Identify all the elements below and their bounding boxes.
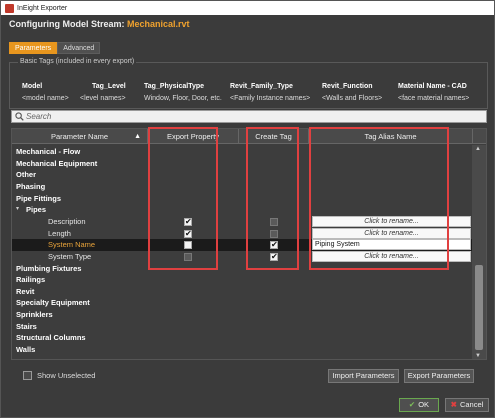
tag-value: <Family Instance names> <box>230 95 311 102</box>
scroll-thumb[interactable] <box>475 265 483 350</box>
category-row[interactable]: Sprinklers <box>12 309 472 321</box>
column-header-parameter-name[interactable]: Parameter Name ▲ <box>12 129 148 144</box>
row-label: Mechanical Equipment <box>16 158 98 168</box>
column-header-export-property[interactable]: Export Property <box>148 129 239 144</box>
tag-alias-field[interactable]: Piping System <box>312 239 471 251</box>
tab-advanced[interactable]: Advanced <box>57 42 101 54</box>
tag-value: <model name> <box>22 95 69 102</box>
tag-alias-field[interactable]: Click to rename... <box>312 215 471 227</box>
tag-value: <face material names> <box>398 95 470 102</box>
row-label: Description <box>48 216 86 226</box>
vertical-scrollbar[interactable]: ▲ ▼ <box>472 145 486 359</box>
check-icon: ✔ <box>408 400 416 409</box>
row-label: Plumbing Fixtures <box>16 263 82 273</box>
row-label: Walls <box>16 345 36 355</box>
row-label: System Type <box>48 251 92 261</box>
ok-button[interactable]: ✔ OK <box>399 398 439 412</box>
exporter-window: InEight Exporter Configuring Model Strea… <box>0 0 495 418</box>
sort-up-icon: ▲ <box>134 133 141 140</box>
grid-header: Parameter Name ▲ Export Property Create … <box>12 129 486 144</box>
export-property-checkbox[interactable] <box>184 216 192 227</box>
scroll-up-icon[interactable]: ▲ <box>475 146 481 152</box>
ok-label: OK <box>418 400 430 409</box>
tag-name: Tag_PhysicalType <box>144 83 205 90</box>
tag-alias-field[interactable]: Click to rename... <box>312 250 471 262</box>
cancel-button[interactable]: ✖ Cancel <box>445 398 489 412</box>
category-row[interactable]: Plumbing Fixtures <box>12 263 472 275</box>
tag-value: Window, Floor, Door, etc. <box>144 95 222 102</box>
parameters-grid: Parameter Name ▲ Export Property Create … <box>11 128 487 360</box>
category-row[interactable]: Walls <box>12 344 472 356</box>
category-row[interactable]: Structural Columns <box>12 332 472 344</box>
row-label: Railings <box>16 275 46 285</box>
row-label: Structural Columns <box>16 333 86 343</box>
parameter-row[interactable]: Description Click to rename... <box>12 215 472 227</box>
tag-name: Tag_Level <box>92 83 126 90</box>
page-title: Configuring Model Stream: Mechanical.rvt <box>9 19 190 29</box>
category-row[interactable]: Specialty Equipment <box>12 297 472 309</box>
row-label: Mechanical - Flow <box>16 147 81 156</box>
create-tag-checkbox[interactable] <box>270 217 278 226</box>
show-unselected-checkbox[interactable] <box>23 371 32 380</box>
tag-name: Revit_Family_Type <box>230 83 293 90</box>
row-label: Pipes <box>26 205 47 215</box>
search-input[interactable]: Search <box>11 110 487 123</box>
create-tag-checkbox[interactable] <box>270 229 278 238</box>
search-placeholder: Search <box>26 112 52 121</box>
search-icon <box>15 112 24 121</box>
column-label: Parameter Name <box>50 132 109 141</box>
row-label: Phasing <box>16 181 46 191</box>
category-row[interactable]: Railings <box>12 274 472 286</box>
tag-name: Revit_Function <box>322 83 373 90</box>
tab-bar: Parameters Advanced <box>9 42 101 54</box>
tag-name: Model <box>22 83 43 90</box>
row-label: Specialty Equipment <box>16 298 90 308</box>
row-label: Revit <box>16 286 35 296</box>
show-unselected-label: Show Unselected <box>37 371 96 380</box>
basic-tags-group: Basic Tags (included in every export) Mo… <box>9 58 488 109</box>
row-label: System Name <box>48 240 96 250</box>
model-file-name: Mechanical.rvt <box>127 19 190 29</box>
title-bar: InEight Exporter <box>1 1 494 15</box>
show-unselected-toggle[interactable]: Show Unselected <box>23 371 95 380</box>
row-label: Stairs <box>16 321 37 331</box>
category-row[interactable]: ▾ Pipes <box>12 204 472 216</box>
app-icon <box>5 3 14 13</box>
tag-value: <level names> <box>80 95 126 102</box>
export-parameters-button[interactable]: Export Parameters <box>404 369 474 383</box>
row-label: Sprinklers <box>16 310 53 320</box>
cancel-label: Cancel <box>459 400 484 409</box>
category-row[interactable]: Phasing <box>12 181 472 193</box>
basic-tags-legend: Basic Tags (included in every export) <box>18 58 137 65</box>
category-row[interactable]: Pipe Fittings <box>12 193 472 205</box>
export-property-checkbox[interactable] <box>184 252 192 261</box>
category-row[interactable]: Stairs <box>12 321 472 333</box>
parameter-row[interactable]: System Name Piping System <box>12 239 472 251</box>
column-header-tag-alias[interactable]: Tag Alias Name <box>309 129 473 144</box>
tab-parameters[interactable]: Parameters <box>9 42 58 54</box>
window-title: InEight Exporter <box>17 4 68 12</box>
export-property-checkbox[interactable] <box>184 228 192 239</box>
import-parameters-button[interactable]: Import Parameters <box>328 369 399 383</box>
tag-name: Material Name - CAD <box>398 83 467 90</box>
category-row[interactable]: Mechanical - Flow <box>12 146 472 158</box>
column-header-create-tag[interactable]: Create Tag <box>239 129 309 144</box>
category-row[interactable]: Revit <box>12 286 472 298</box>
row-label: Pipe Fittings <box>16 193 61 203</box>
heading-prefix: Configuring Model Stream: <box>9 19 125 29</box>
parameter-row[interactable]: Length Click to rename... <box>12 227 472 239</box>
chevron-down-icon[interactable]: ▾ <box>16 204 19 216</box>
category-row[interactable]: Other <box>12 169 472 181</box>
export-property-checkbox[interactable] <box>184 241 192 250</box>
tag-alias-field[interactable]: Click to rename... <box>312 227 471 239</box>
category-row[interactable]: Mechanical Equipment <box>12 158 472 170</box>
parameter-row[interactable]: System Type Click to rename... <box>12 250 472 262</box>
row-label: Length <box>48 228 71 238</box>
row-label: Other <box>16 170 37 180</box>
create-tag-checkbox[interactable] <box>270 251 278 262</box>
tag-value: <Walls and Floors> <box>322 95 383 102</box>
scroll-down-icon[interactable]: ▼ <box>475 353 481 359</box>
close-icon: ✖ <box>450 400 457 409</box>
create-tag-checkbox[interactable] <box>270 239 278 251</box>
